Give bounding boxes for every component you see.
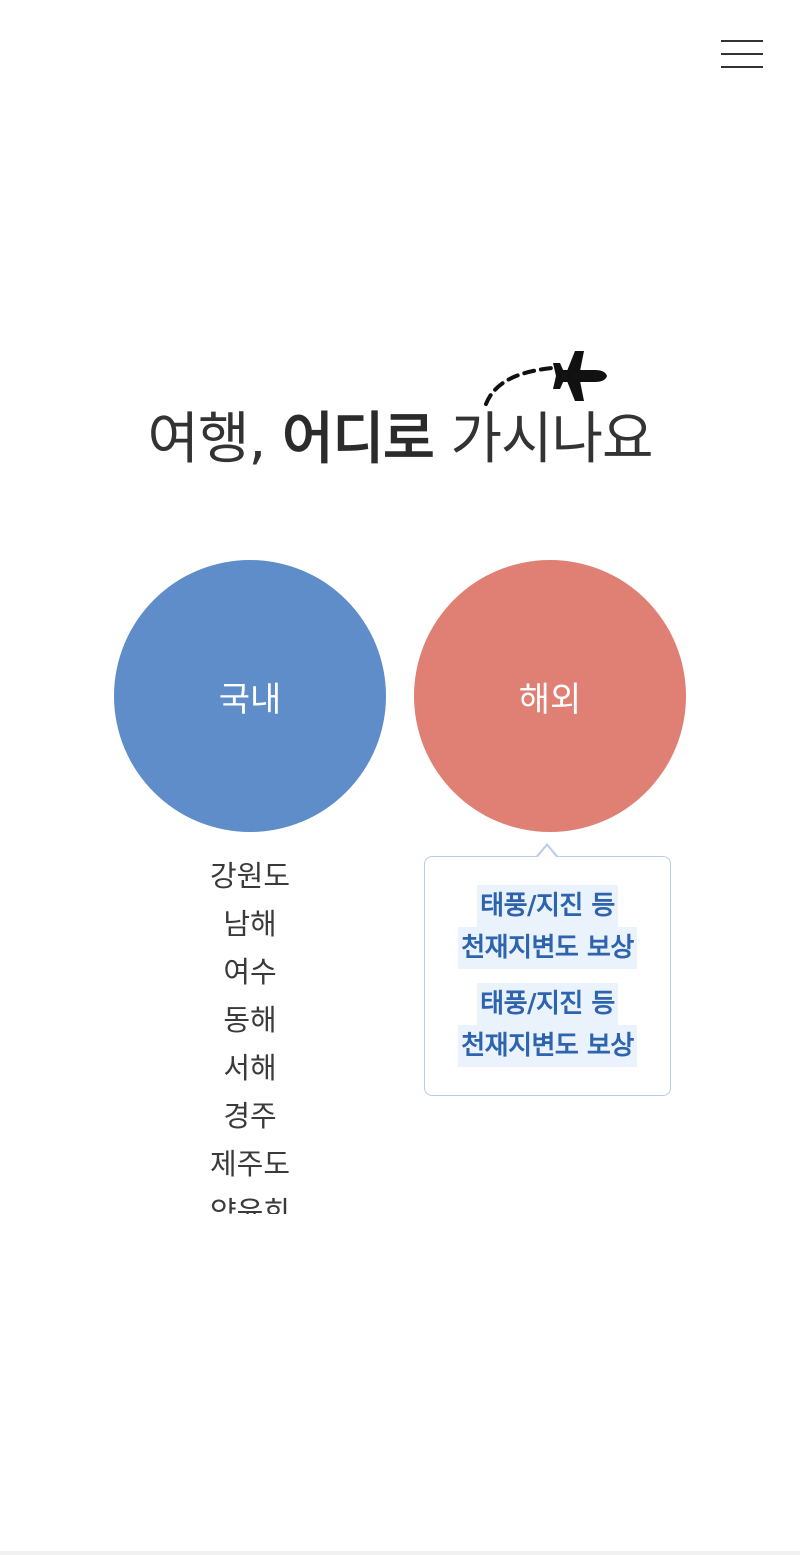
tooltip-line: 태풍/지진 등 <box>477 983 618 1025</box>
destination-item[interactable]: 동해 <box>150 996 350 1044</box>
tooltip-line: 천재지변도 보상 <box>458 1025 637 1067</box>
destination-item[interactable]: 경주 <box>150 1092 350 1140</box>
destination-item[interactable]: 양윤희 <box>150 1188 350 1214</box>
bottom-divider <box>0 1551 800 1555</box>
hamburger-menu-button[interactable] <box>716 32 768 76</box>
menu-bar <box>721 40 763 42</box>
tooltip-line: 천재지변도 보상 <box>458 927 637 969</box>
domestic-button[interactable]: 국내 <box>114 560 386 832</box>
tooltip-message: 태풍/지진 등 천재지변도 보상 <box>425 885 670 969</box>
page-title: 여행, 어디로 가시나요 <box>0 400 800 480</box>
title-emphasis: 어디로 <box>282 407 435 472</box>
tooltip-line: 태풍/지진 등 <box>477 885 618 927</box>
destination-item[interactable]: 제주도 <box>150 1140 350 1188</box>
destination-item[interactable]: 강원도 <box>150 852 350 900</box>
overseas-tooltip: 태풍/지진 등 천재지변도 보상 태풍/지진 등 천재지변도 보상 <box>424 856 671 1096</box>
destination-item[interactable]: 서해 <box>150 1044 350 1092</box>
overseas-label: 해외 <box>518 679 582 720</box>
domestic-label: 국내 <box>218 679 282 720</box>
destination-item[interactable]: 남해 <box>150 900 350 948</box>
domestic-destination-list: 강원도 남해 여수 동해 서해 경주 제주도 양윤희 <box>150 852 350 1214</box>
tooltip-arrow-fill <box>538 846 556 857</box>
menu-bar <box>721 53 763 55</box>
title-part: 가시나요 <box>433 407 653 472</box>
title-part: 여행, <box>147 407 283 472</box>
menu-bar <box>721 66 763 68</box>
overseas-button[interactable]: 해외 <box>414 560 686 832</box>
tooltip-message-repeat: 태풍/지진 등 천재지변도 보상 <box>425 983 670 1067</box>
destination-item[interactable]: 여수 <box>150 948 350 996</box>
